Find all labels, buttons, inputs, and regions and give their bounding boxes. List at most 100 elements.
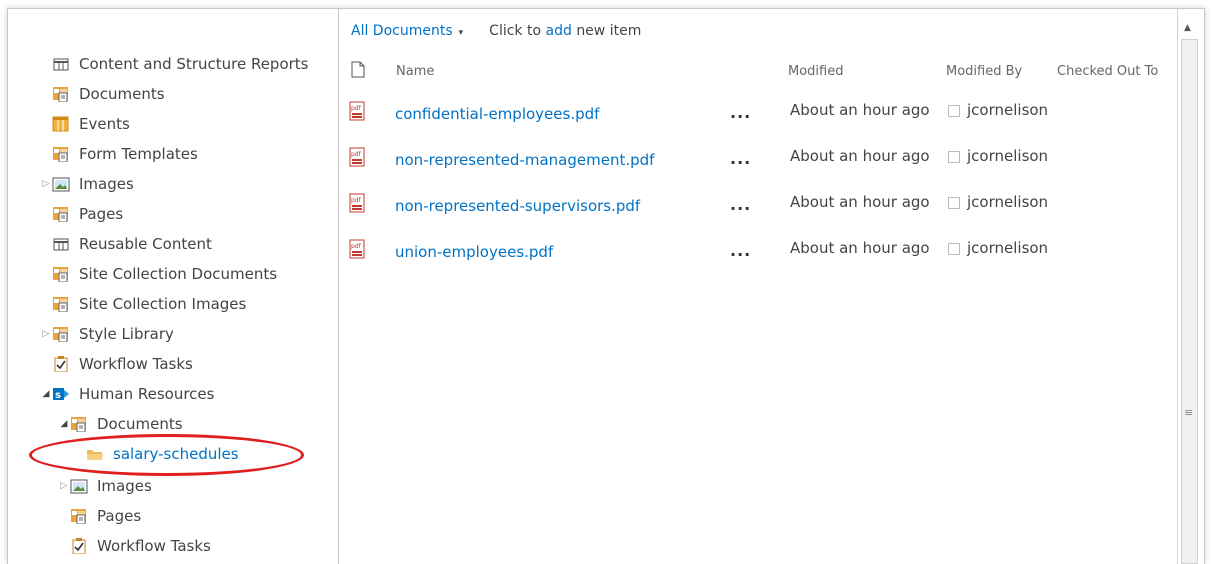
tree-item-label: Events bbox=[79, 115, 130, 133]
expand-arrow-icon[interactable]: ▷ bbox=[58, 473, 70, 499]
document-library-icon bbox=[52, 326, 70, 342]
document-link[interactable]: non-represented-management.pdf bbox=[395, 151, 654, 169]
table-row: pdf union-employees.pdf ... About an hou… bbox=[339, 235, 1179, 275]
tree-item-label: salary-schedules bbox=[113, 445, 239, 463]
modified-value: About an hour ago bbox=[790, 239, 930, 257]
document-library-icon bbox=[52, 206, 70, 222]
column-header-checked-out-to[interactable]: Checked Out To bbox=[1057, 64, 1158, 79]
tree-item-label: Workflow Tasks bbox=[97, 537, 211, 555]
column-header-modified-by[interactable]: Modified By bbox=[946, 64, 1022, 79]
view-selector[interactable]: All Documents ▾ bbox=[351, 23, 463, 39]
tree-item-label: Pages bbox=[97, 507, 142, 525]
tree-item-hr-pages[interactable]: Pages bbox=[58, 503, 141, 529]
tree-item-form-templates[interactable]: Form Templates bbox=[40, 141, 198, 167]
modified-by-link[interactable]: jcornelison bbox=[967, 239, 1048, 257]
document-link[interactable]: union-employees.pdf bbox=[395, 243, 553, 261]
document-link[interactable]: non-represented-supervisors.pdf bbox=[395, 197, 640, 215]
svg-text:pdf: pdf bbox=[351, 243, 362, 250]
tree-item-label: Human Resources bbox=[79, 385, 215, 403]
column-header-name[interactable]: Name bbox=[396, 64, 434, 79]
tree-item-reusable-content[interactable]: Reusable Content bbox=[40, 231, 212, 257]
tree-item-label: Pages bbox=[79, 205, 124, 223]
presence-indicator bbox=[948, 105, 960, 117]
document-library-icon bbox=[70, 508, 88, 524]
scrollbar-thumb[interactable]: ≡ bbox=[1181, 39, 1198, 564]
tree-item-label: Documents bbox=[97, 415, 183, 433]
svg-text:pdf: pdf bbox=[351, 151, 362, 158]
svg-text:pdf: pdf bbox=[351, 105, 362, 112]
scroll-up-arrow-icon[interactable]: ▲ bbox=[1184, 23, 1191, 33]
tree-item-label: Images bbox=[97, 477, 152, 495]
calendar-icon bbox=[52, 116, 70, 132]
list-icon bbox=[52, 56, 70, 72]
modified-by-link[interactable]: jcornelison bbox=[967, 101, 1048, 119]
tree-item-label: Documents bbox=[79, 85, 165, 103]
document-library-icon bbox=[70, 416, 88, 432]
modified-by-link[interactable]: jcornelison bbox=[967, 193, 1048, 211]
document-list-panel: All Documents ▾ Click to add new item Name… bbox=[339, 9, 1178, 564]
pdf-file-icon: pdf bbox=[349, 101, 365, 125]
sharepoint-site-icon: s bbox=[52, 386, 70, 402]
modified-by-link[interactable]: jcornelison bbox=[967, 147, 1048, 165]
tree-item-pages[interactable]: Pages bbox=[40, 201, 123, 227]
presence-indicator bbox=[948, 197, 960, 209]
picture-library-icon bbox=[70, 478, 88, 494]
modified-value: About an hour ago bbox=[790, 101, 930, 119]
grip-icon: ≡ bbox=[1184, 406, 1194, 419]
task-list-icon bbox=[70, 538, 88, 554]
document-library-icon bbox=[52, 86, 70, 102]
task-list-icon bbox=[52, 356, 70, 372]
tree-item-hr-workflow-tasks[interactable]: Workflow Tasks bbox=[58, 533, 211, 559]
vertical-scrollbar[interactable]: ▲ ≡ bbox=[1177, 9, 1204, 564]
tree-item-style-library[interactable]: ▷ Style Library bbox=[40, 321, 174, 347]
view-bar: All Documents ▾ Click to add new item bbox=[351, 23, 641, 39]
document-library-icon bbox=[52, 296, 70, 312]
tree-item-label: Form Templates bbox=[79, 145, 198, 163]
pdf-file-icon: pdf bbox=[349, 239, 365, 263]
tree-item-label: Workflow Tasks bbox=[79, 355, 193, 373]
tree-item-events[interactable]: Events bbox=[40, 111, 130, 137]
tree-item-images[interactable]: ▷ Images bbox=[40, 171, 134, 197]
click-to-text: Click to bbox=[489, 23, 542, 39]
modified-value: About an hour ago bbox=[790, 147, 930, 165]
tree-item-workflow-tasks[interactable]: Workflow Tasks bbox=[40, 351, 193, 377]
collapse-arrow-icon[interactable]: ◢ bbox=[40, 381, 52, 407]
site-contents-tree: Content and Structure Reports Documents … bbox=[8, 9, 339, 564]
table-row: pdf confidential-employees.pdf ... About… bbox=[339, 97, 1179, 137]
tree-item-label: Content and Structure Reports bbox=[79, 55, 309, 73]
tree-item-content-structure-reports[interactable]: Content and Structure Reports bbox=[40, 51, 309, 77]
item-menu-button[interactable]: ... bbox=[730, 241, 751, 260]
chevron-down-icon: ▾ bbox=[458, 28, 464, 38]
presence-indicator bbox=[948, 243, 960, 255]
modified-value: About an hour ago bbox=[790, 193, 930, 211]
add-new-item-link[interactable]: add bbox=[546, 23, 572, 39]
new-item-text: new item bbox=[576, 23, 642, 39]
item-menu-button[interactable]: ... bbox=[730, 149, 751, 168]
collapse-arrow-icon[interactable]: ◢ bbox=[58, 411, 70, 437]
folder-icon bbox=[86, 446, 104, 462]
tree-item-salary-schedules[interactable]: salary-schedules bbox=[74, 441, 239, 467]
picture-library-icon bbox=[52, 176, 70, 192]
tree-item-site-collection-documents[interactable]: Site Collection Documents bbox=[40, 261, 277, 287]
table-row: pdf non-represented-management.pdf ... A… bbox=[339, 143, 1179, 183]
tree-item-site-collection-images[interactable]: Site Collection Images bbox=[40, 291, 246, 317]
presence-indicator bbox=[948, 151, 960, 163]
document-link[interactable]: confidential-employees.pdf bbox=[395, 105, 599, 123]
expand-arrow-icon[interactable]: ▷ bbox=[40, 171, 52, 197]
expand-arrow-icon[interactable]: ▷ bbox=[40, 321, 52, 347]
tree-item-label: Site Collection Images bbox=[79, 295, 247, 313]
tree-item-label: Reusable Content bbox=[79, 235, 212, 253]
tree-item-human-resources[interactable]: ◢ s Human Resources bbox=[40, 381, 215, 407]
item-menu-button[interactable]: ... bbox=[730, 103, 751, 122]
svg-text:s: s bbox=[55, 390, 61, 401]
tree-item-hr-images[interactable]: ▷ Images bbox=[58, 473, 152, 499]
tree-item-documents[interactable]: Documents bbox=[40, 81, 165, 107]
sharepoint-window: Content and Structure Reports Documents … bbox=[7, 8, 1205, 564]
document-library-icon bbox=[52, 146, 70, 162]
item-menu-button[interactable]: ... bbox=[730, 195, 751, 214]
column-header-modified[interactable]: Modified bbox=[788, 64, 843, 79]
file-type-column-icon bbox=[351, 61, 365, 82]
tree-item-label: Style Library bbox=[79, 325, 174, 343]
pdf-file-icon: pdf bbox=[349, 147, 365, 171]
tree-item-hr-documents[interactable]: ◢ Documents bbox=[58, 411, 183, 437]
